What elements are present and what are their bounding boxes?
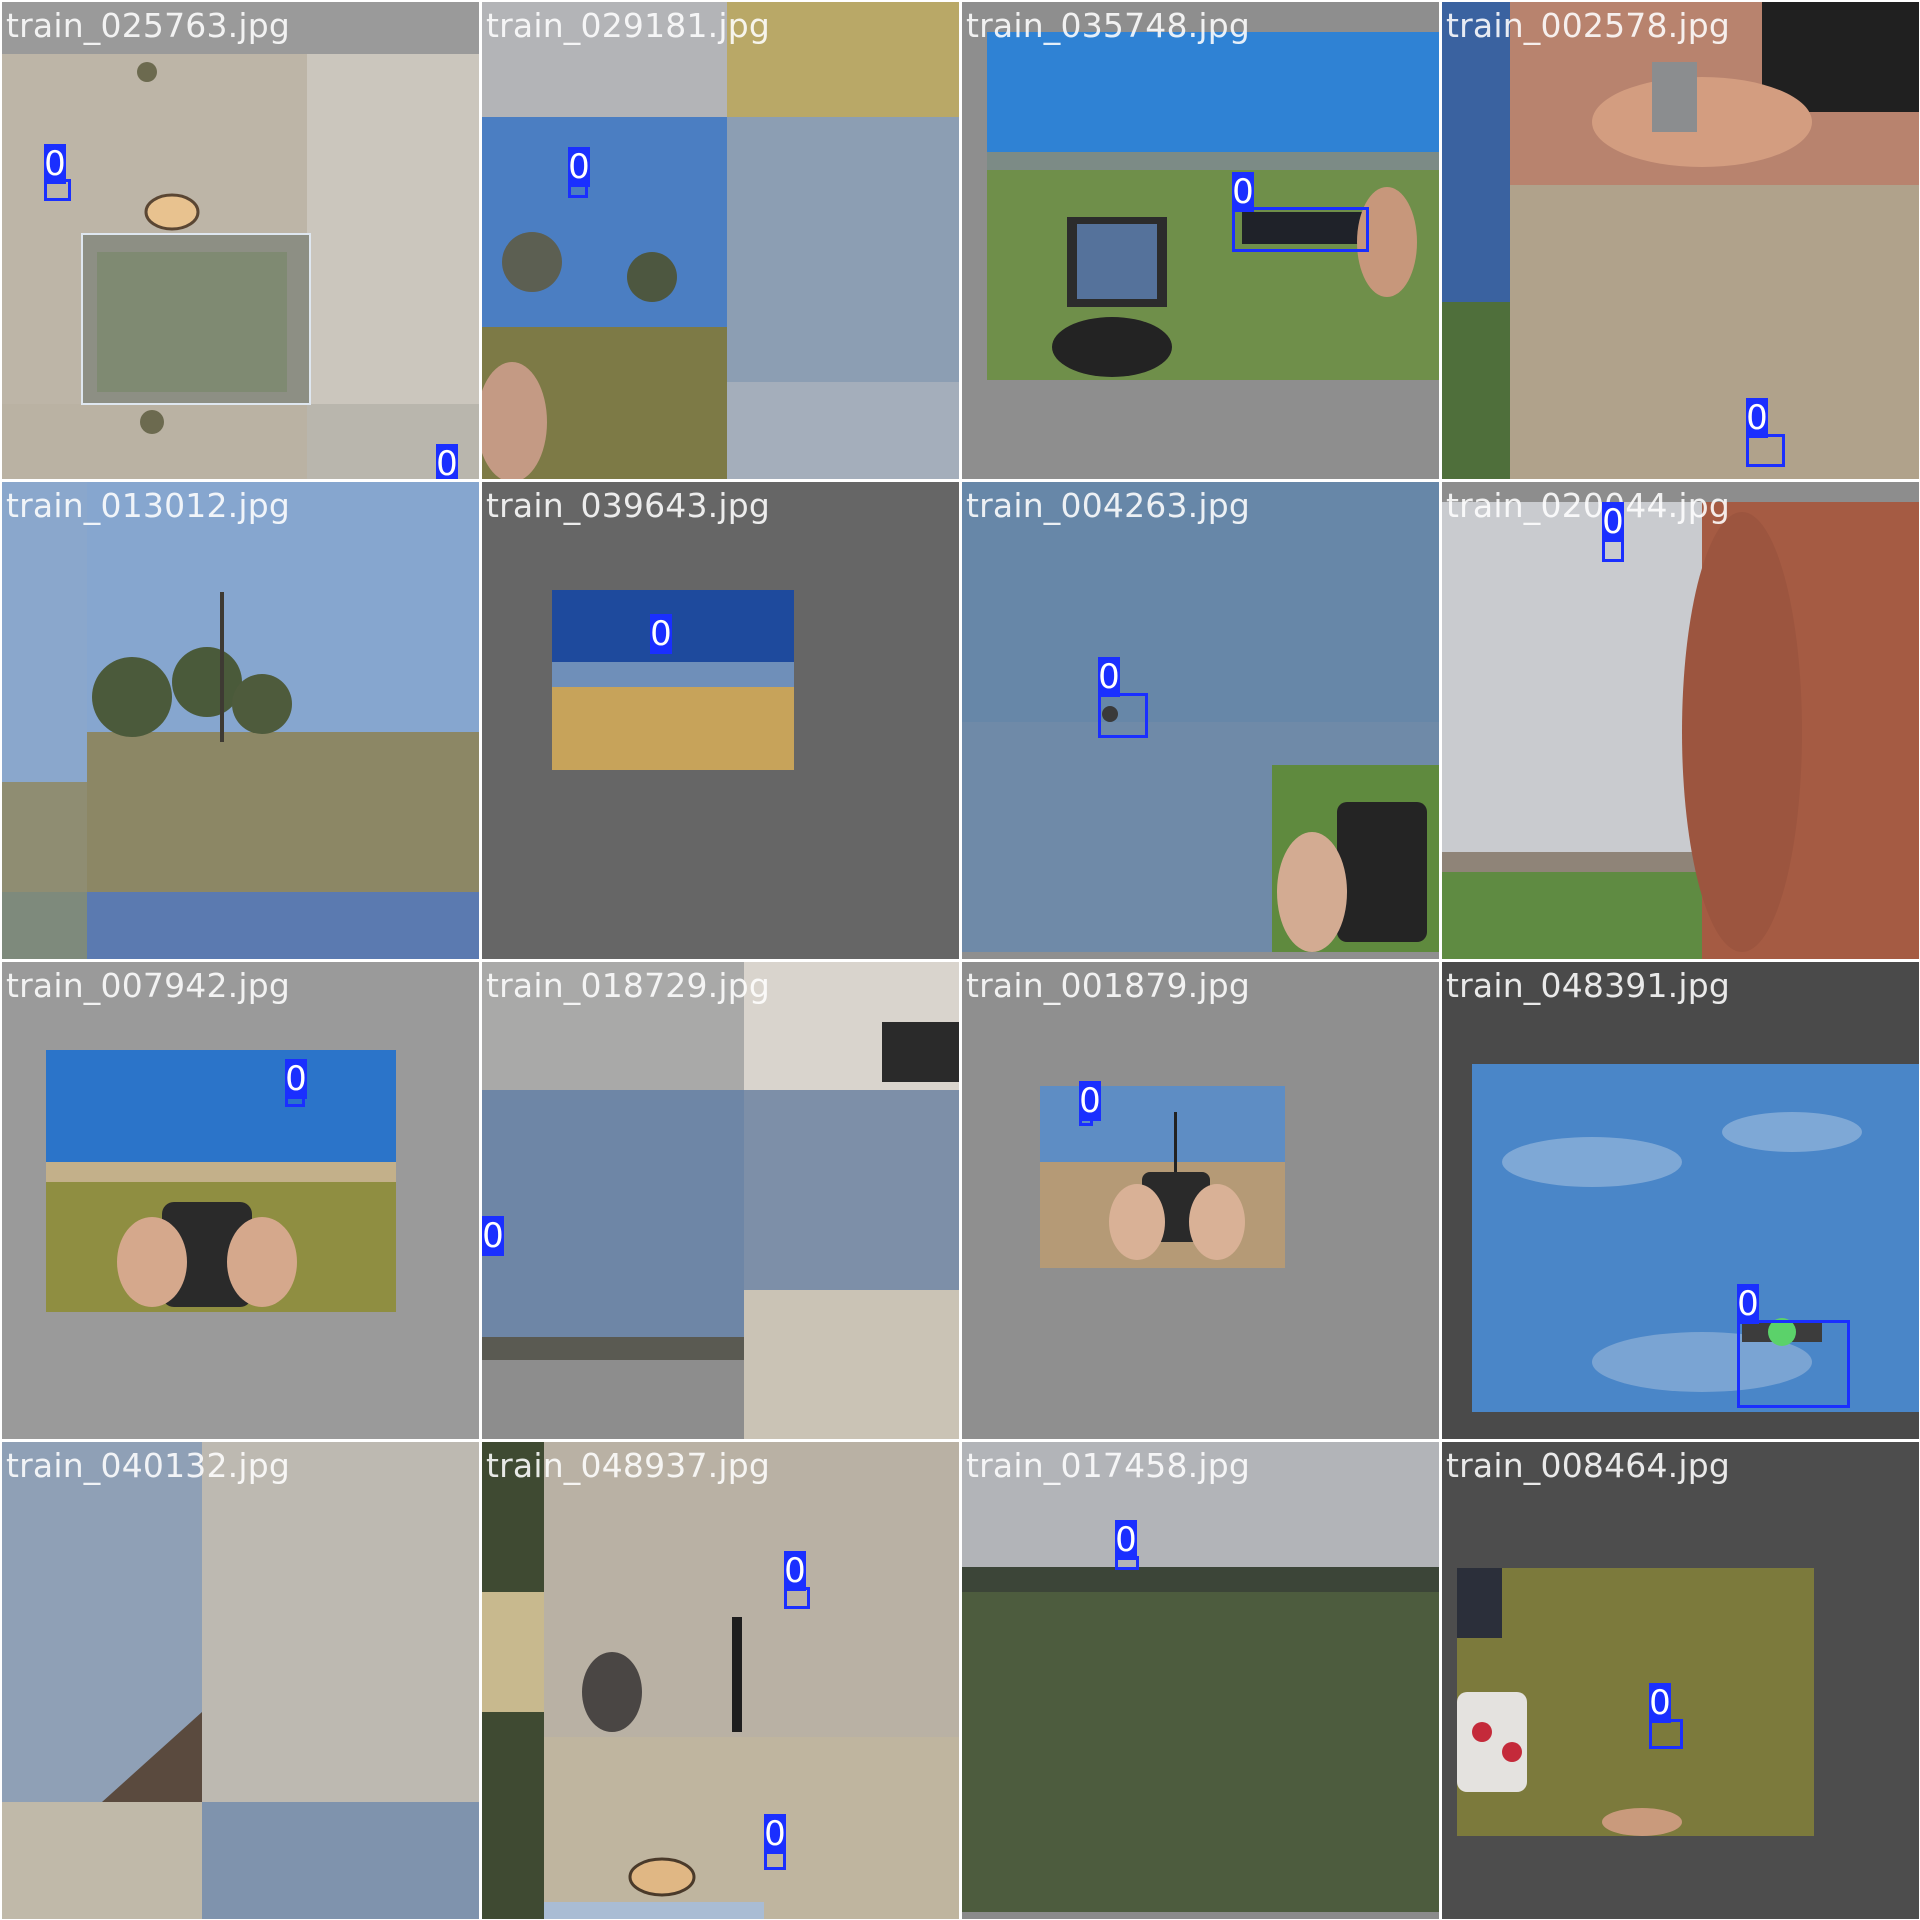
mosaic-tile: 0 train_001879.jpg	[962, 962, 1439, 1439]
mosaic-tile: 0 0 train_048937.jpg	[482, 1442, 959, 1919]
mosaic-tile: train_040132.jpg	[2, 1442, 479, 1919]
mosaic-tile: 0 0 train_025763.jpg	[2, 2, 479, 479]
image-filename: train_008464.jpg	[1446, 1446, 1731, 1485]
class-label: 0	[784, 1551, 806, 1591]
image-filename: train_018729.jpg	[486, 966, 771, 1005]
tile-image	[962, 482, 1439, 959]
mosaic-tile: 0 train_004263.jpg	[962, 482, 1439, 959]
class-label: 0	[436, 444, 458, 479]
class-label: 0	[1115, 1520, 1137, 1560]
mosaic-tile: 0 train_020044.jpg	[1442, 482, 1919, 959]
class-label: 0	[1098, 657, 1120, 697]
mosaic-tile: 0 train_035748.jpg	[962, 2, 1439, 479]
class-label: 0	[568, 147, 590, 187]
class-label: 0	[764, 1814, 786, 1854]
bounding-box	[1649, 1719, 1683, 1749]
bounding-box	[1232, 207, 1369, 252]
tile-image	[2, 2, 479, 479]
tile-image	[2, 962, 479, 1439]
bounding-box	[1737, 1320, 1850, 1408]
image-filename: train_048937.jpg	[486, 1446, 771, 1485]
tile-image	[482, 1442, 959, 1919]
mosaic-tile: 0 train_048391.jpg	[1442, 962, 1919, 1439]
image-filename: train_004263.jpg	[966, 486, 1251, 525]
tile-image	[482, 482, 959, 959]
tile-image	[2, 482, 479, 959]
tile-image	[1442, 482, 1919, 959]
tile-image	[1442, 2, 1919, 479]
bounding-box	[1098, 693, 1148, 738]
class-label: 0	[1737, 1284, 1759, 1324]
tile-image	[2, 1442, 479, 1919]
image-filename: train_029181.jpg	[486, 6, 771, 45]
image-filename: train_040132.jpg	[6, 1446, 291, 1485]
image-filename: train_001879.jpg	[966, 966, 1251, 1005]
image-filename: train_007942.jpg	[6, 966, 291, 1005]
tile-image	[962, 1442, 1439, 1919]
bounding-box	[1746, 434, 1785, 467]
class-label: 0	[44, 144, 66, 184]
class-label: 0	[1232, 172, 1254, 212]
class-label: 0	[482, 1216, 504, 1256]
tile-image	[482, 2, 959, 479]
image-filename: train_025763.jpg	[6, 6, 291, 45]
class-label: 0	[1649, 1683, 1671, 1723]
tile-image	[962, 962, 1439, 1439]
class-label: 0	[285, 1059, 307, 1099]
class-label: 0	[650, 614, 672, 654]
mosaic-tile: 0 train_018729.jpg	[482, 962, 959, 1439]
tile-image	[1442, 1442, 1919, 1919]
image-filename: train_039643.jpg	[486, 486, 771, 525]
image-filename: train_017458.jpg	[966, 1446, 1251, 1485]
mosaic-tile: 0 train_008464.jpg	[1442, 1442, 1919, 1919]
mosaic-tile: train_013012.jpg	[2, 482, 479, 959]
class-label: 0	[1079, 1081, 1101, 1121]
image-filename: train_048391.jpg	[1446, 966, 1731, 1005]
image-filename: train_002578.jpg	[1446, 6, 1731, 45]
image-filename: train_013012.jpg	[6, 486, 291, 525]
tile-image	[482, 962, 959, 1439]
mosaic-tile: 0 train_017458.jpg	[962, 1442, 1439, 1919]
mosaic-tile: 0 train_039643.jpg	[482, 482, 959, 959]
mosaic-tile: 0 train_002578.jpg	[1442, 2, 1919, 479]
mosaic-tile: 0 train_007942.jpg	[2, 962, 479, 1439]
mosaic-tile: 0 train_029181.jpg	[482, 2, 959, 479]
image-filename: train_020044.jpg	[1446, 486, 1731, 525]
mosaic-grid: 0 0 train_025763.jpg 0 train_029181.jpg	[0, 0, 1920, 1920]
class-label: 0	[1746, 398, 1768, 438]
class-label: 0	[1602, 502, 1624, 542]
image-filename: train_035748.jpg	[966, 6, 1251, 45]
